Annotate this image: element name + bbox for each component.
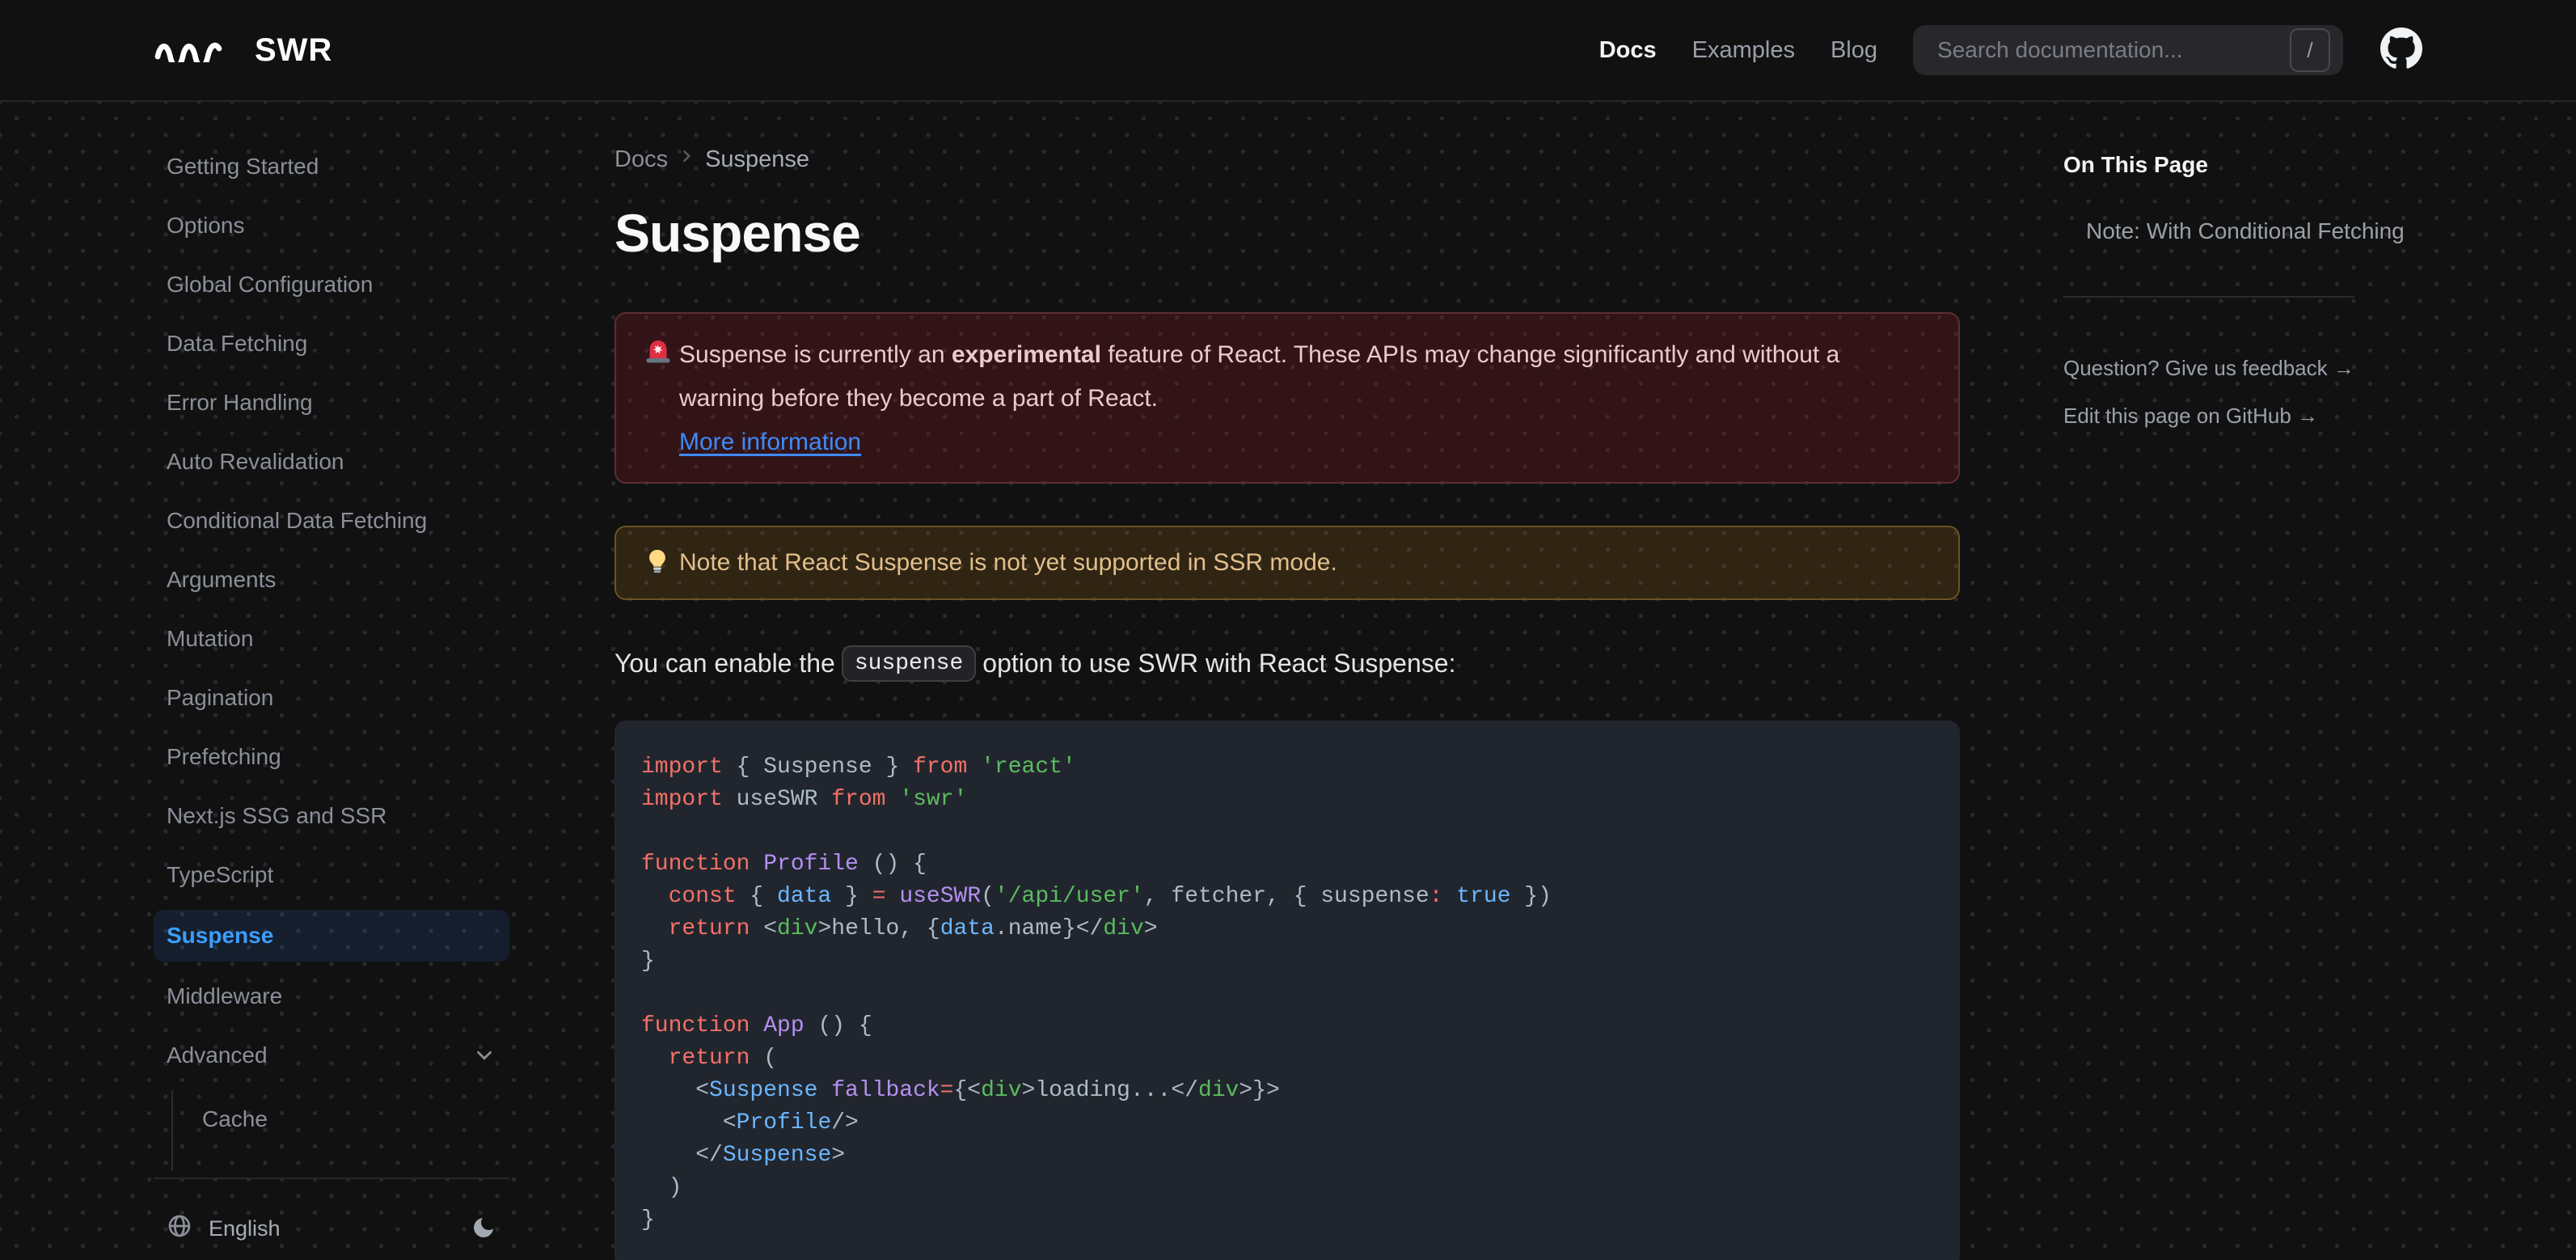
code-block: import { Suspense } from 'react' import u… xyxy=(614,721,1960,1260)
sidebar-footer: English xyxy=(154,1203,509,1254)
code-line: </Suspense> xyxy=(641,1143,846,1168)
swr-wave-icon xyxy=(154,38,239,62)
suspense-inline-code: suspense xyxy=(841,645,977,682)
sidebar-submenu: Cache xyxy=(171,1090,509,1171)
sidebar-item-next-js-ssg-and-ssr[interactable]: Next.js SSG and SSR xyxy=(154,792,509,840)
sidebar-item-getting-started[interactable]: Getting Started xyxy=(154,142,509,191)
intro-paragraph: You can enable the suspense option to us… xyxy=(614,645,1960,682)
page-title: Suspense xyxy=(614,203,861,263)
experimental-warning-callout: Suspense is currently an experimental fe… xyxy=(614,312,1960,484)
sidebar-item-conditional-data-fetching[interactable]: Conditional Data Fetching xyxy=(154,497,509,545)
code-line: const { data } = useSWR('/api/user', fet… xyxy=(668,884,1552,909)
sidebar-item-options[interactable]: Options xyxy=(154,201,509,250)
sidebar-item-cache[interactable]: Cache xyxy=(202,1095,509,1144)
sidebar: Getting Started Options Global Configurati… xyxy=(154,102,509,1254)
siren-emoji-icon xyxy=(644,333,679,464)
code-line: <Suspense fallback={<div>loading...</div… xyxy=(641,1078,1280,1103)
chevron-down-icon xyxy=(472,1043,496,1068)
breadcrumb: Docs Suspense xyxy=(614,146,1960,173)
code-line: } xyxy=(641,1207,655,1233)
code-line: <Profile/> xyxy=(641,1110,859,1135)
sidebar-item-pagination[interactable]: Pagination xyxy=(154,674,509,722)
language-label: English xyxy=(209,1216,281,1241)
main-content: Docs Suspense Suspense Suspense is curre… xyxy=(614,102,1960,1260)
search-shortcut-kbd: / xyxy=(2290,28,2330,72)
code-line: return ( xyxy=(668,1046,778,1071)
code-line: return <div>hello, {data.name}</div> xyxy=(668,916,1158,941)
nav-link-docs[interactable]: Docs xyxy=(1599,37,1657,64)
sidebar-item-data-fetching[interactable]: Data Fetching xyxy=(154,319,509,368)
code-line: function Profile () { xyxy=(641,852,927,877)
sidebar-item-suspense[interactable]: Suspense xyxy=(154,910,509,962)
toc-sidebar: On This Page Note: With Conditional Fetc… xyxy=(2063,102,2422,429)
sidebar-item-mutation[interactable]: Mutation xyxy=(154,615,509,663)
search-input[interactable] xyxy=(1936,36,2290,64)
code-line: ) xyxy=(641,1175,682,1200)
edit-on-github-link[interactable]: Edit this page on GitHub → xyxy=(2063,404,2422,429)
swr-logo[interactable]: SWR xyxy=(154,32,332,69)
logo-text: SWR xyxy=(255,32,333,68)
nav-link-examples[interactable]: Examples xyxy=(1692,37,1795,64)
toc-divider xyxy=(2063,296,2354,298)
page-content-area: Getting Started Options Global Configurati… xyxy=(0,102,2576,1260)
sidebar-item-typescript[interactable]: TypeScript xyxy=(154,851,509,899)
sidebar-divider xyxy=(154,1178,509,1179)
chevron-right-icon xyxy=(676,146,697,173)
code-line: import useSWR from 'swr' xyxy=(641,787,968,812)
sidebar-item-error-handling[interactable]: Error Handling xyxy=(154,378,509,427)
globe-icon xyxy=(167,1213,192,1245)
bulb-emoji-icon xyxy=(644,548,679,579)
search-box[interactable]: / xyxy=(1913,25,2343,75)
feedback-link[interactable]: Question? Give us feedback → xyxy=(2063,356,2422,381)
sidebar-item-global-configuration[interactable]: Global Configuration xyxy=(154,260,509,309)
breadcrumb-docs[interactable]: Docs xyxy=(614,146,668,173)
sidebar-list: Getting Started Options Global Configurati… xyxy=(154,142,509,1171)
ssr-note-callout: Note that React Suspense is not yet supp… xyxy=(614,526,1960,600)
sidebar-item-advanced[interactable]: Advanced xyxy=(154,1031,509,1080)
more-information-link[interactable]: More information xyxy=(679,429,861,455)
warning-text: Suspense is currently an experimental fe… xyxy=(679,341,1840,455)
toc-heading: On This Page xyxy=(2063,152,2208,177)
code-line: import { Suspense } from 'react' xyxy=(641,755,1076,780)
code-line: } xyxy=(641,949,655,974)
note-text: Note that React Suspense is not yet supp… xyxy=(679,549,1337,576)
sidebar-item-auto-revalidation[interactable]: Auto Revalidation xyxy=(154,438,509,486)
code-line: function App () { xyxy=(641,1013,872,1038)
sidebar-item-middleware[interactable]: Middleware xyxy=(154,972,509,1021)
toc-item-conditional-fetching[interactable]: Note: With Conditional Fetching xyxy=(2063,218,2422,244)
github-link[interactable] xyxy=(2380,27,2422,74)
nav-link-blog[interactable]: Blog xyxy=(1831,37,1877,64)
moon-icon xyxy=(471,1215,496,1243)
sidebar-item-prefetching[interactable]: Prefetching xyxy=(154,733,509,781)
theme-toggle[interactable] xyxy=(471,1215,496,1243)
toc-links: Question? Give us feedback → Edit this p… xyxy=(2063,356,2422,429)
language-switcher[interactable]: English xyxy=(167,1213,281,1245)
breadcrumb-current: Suspense xyxy=(705,146,810,172)
github-icon xyxy=(2380,27,2422,74)
sidebar-item-arguments[interactable]: Arguments xyxy=(154,556,509,604)
site-header: SWR Docs Examples Blog / xyxy=(0,0,2576,102)
header-nav: Docs Examples Blog xyxy=(1599,37,1877,64)
